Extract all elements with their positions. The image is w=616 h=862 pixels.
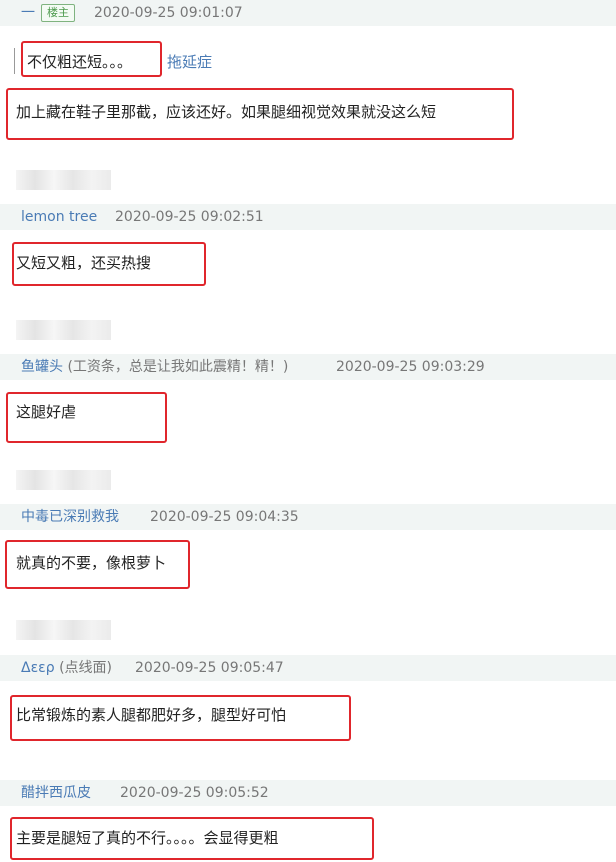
reply-header: 一 楼主 2020-09-25 09:01:07 — [0, 0, 616, 26]
avatar[interactable] — [16, 470, 111, 490]
reply-header: Δεερ (点线面) 2020-09-25 09:05:47 — [0, 655, 616, 681]
reply-header: 中毒已深别救我 2020-09-25 09:04:35 — [0, 504, 616, 530]
username[interactable]: Δεερ — [21, 660, 55, 676]
user-signature: (点线面) — [59, 660, 112, 676]
timestamp: 2020-09-25 09:04:35 — [150, 509, 299, 525]
username-link[interactable]: 醋拌西瓜皮 — [21, 780, 91, 806]
reply-text: 比常锻炼的素人腿都肥好多，腿型好可怕 — [16, 706, 287, 724]
reply-text: 这腿好虐 — [16, 403, 77, 421]
timestamp: 2020-09-25 09:02:51 — [115, 209, 264, 225]
username-link[interactable]: 鱼罐头 (工资条，总是让我如此震精！精！) — [21, 354, 288, 380]
reply-text: 就真的不要，像根萝卜 — [16, 554, 167, 572]
timestamp: 2020-09-25 09:05:52 — [120, 785, 269, 801]
quote-bar — [14, 48, 15, 74]
avatar[interactable] — [16, 620, 111, 640]
reply-header: lemon tree 2020-09-25 09:02:51 — [0, 204, 616, 230]
username-link[interactable]: Δεερ (点线面) — [21, 655, 112, 681]
quoted-text: 不仅粗还短。。。 — [27, 53, 133, 71]
timestamp: 2020-09-25 09:03:29 — [336, 359, 485, 375]
username-link[interactable]: lemon tree — [21, 204, 97, 230]
avatar[interactable] — [16, 320, 111, 340]
reply-text: 主要是腿短了真的不行。。。。会显得更粗 — [16, 829, 279, 847]
quoted-user-link[interactable]: 拖延症 — [167, 52, 212, 72]
reply-text: 加上藏在鞋子里那截，应该还好。如果腿细视觉效果就没这么短 — [16, 103, 437, 121]
timestamp: 2020-09-25 09:05:47 — [135, 660, 284, 676]
avatar[interactable] — [16, 170, 111, 190]
reply-text: 又短又粗，还买热搜 — [16, 254, 152, 272]
user-signature: (工资条，总是让我如此震精！精！) — [67, 359, 289, 375]
op-badge: 楼主 — [41, 4, 75, 22]
username-link[interactable]: 中毒已深别救我 — [21, 504, 119, 530]
username-link[interactable]: 一 — [21, 0, 35, 26]
reply-header: 鱼罐头 (工资条，总是让我如此震精！精！) 2020-09-25 09:03:2… — [0, 354, 616, 380]
reply-header: 醋拌西瓜皮 2020-09-25 09:05:52 — [0, 780, 616, 806]
timestamp: 2020-09-25 09:01:07 — [94, 5, 243, 21]
username[interactable]: 鱼罐头 — [21, 359, 63, 375]
